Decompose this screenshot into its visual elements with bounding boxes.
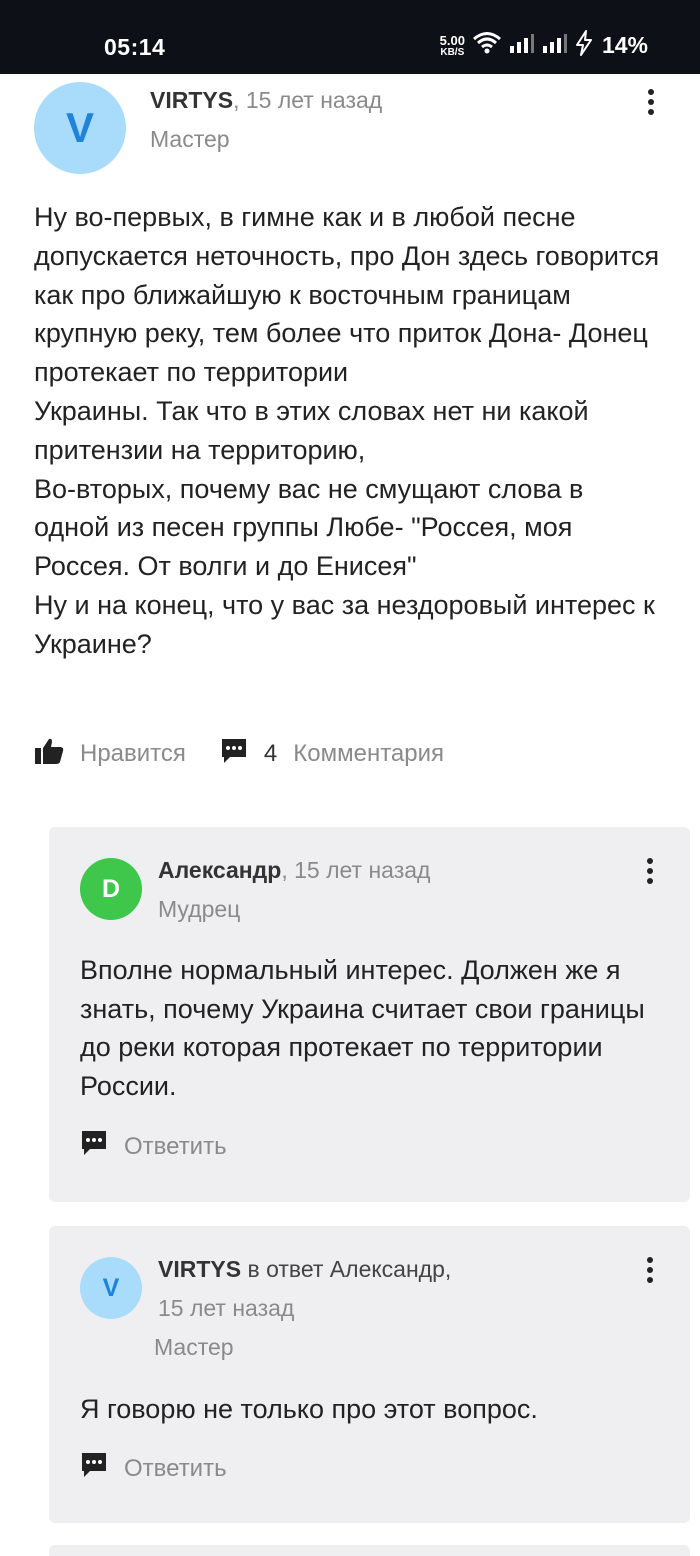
reply-label: Ответить (124, 1132, 227, 1160)
battery-charging-icon (575, 30, 593, 61)
more-options-icon[interactable] (639, 86, 663, 118)
comment-icon (80, 1129, 108, 1164)
comments-count[interactable]: 4 (264, 740, 277, 768)
battery-percent: 14% (601, 32, 648, 58)
reply-button[interactable]: Ответить (80, 1129, 227, 1164)
avatar[interactable]: V (34, 82, 126, 174)
avatar-letter: V (65, 104, 94, 151)
more-options-icon[interactable] (638, 855, 662, 887)
reply-text: Вполне нормальный интерес. Должен же я з… (80, 955, 645, 1101)
status-icons: 5.00 KB/S 14% (440, 30, 648, 61)
reply-author-name[interactable]: VIRTYS (158, 1256, 241, 1282)
post-body: Ну во-первых, в гимне как и в любой песн… (34, 202, 660, 659)
post-author-line: VIRTYS, 15 лет назад (150, 87, 382, 114)
network-speed-value: 5.00 (439, 32, 465, 48)
reply-label: Ответить (124, 1454, 227, 1482)
like-button[interactable]: Нравится (34, 737, 186, 772)
post-author-rank: Мастер (150, 126, 230, 152)
avatar-letter: V (102, 1273, 120, 1302)
post-time: , 15 лет назад (233, 87, 383, 113)
avatar[interactable]: D (80, 858, 142, 920)
avatar-letter: D (101, 874, 121, 903)
reply-card: D Александр, 15 лет назад Мудрец Вполне … (49, 827, 690, 1202)
reply-author-rank: Мастер (154, 1334, 234, 1360)
reply-time: , 15 лет назад (281, 857, 431, 883)
post-actions: Нравится 4 Комментария (34, 736, 444, 772)
comments-label[interactable]: Комментария (293, 740, 444, 768)
status-bar: 05:14 5.00 KB/S 14% (0, 0, 700, 74)
reply-card: V VIRTYS в ответ Александр, 15 лет назад… (49, 1226, 690, 1523)
reply-author-name[interactable]: Александр (158, 857, 281, 883)
reply-author-line: Александр, 15 лет назад (158, 857, 430, 884)
comments-view: V VIRTYS, 15 лет назад Мастер Ну во-перв… (0, 74, 700, 1556)
like-label: Нравится (80, 740, 186, 767)
reply-button[interactable]: Ответить (80, 1451, 227, 1486)
reply-time: 15 лет назад (158, 1295, 295, 1321)
reply-author-line: VIRTYS в ответ Александр, (158, 1256, 451, 1283)
avatar[interactable]: V (80, 1257, 142, 1319)
signal-icon-1 (509, 32, 535, 59)
wifi-icon (472, 31, 502, 60)
comment-icon[interactable] (220, 737, 248, 772)
network-speed-unit: KB/S (440, 46, 465, 58)
comment-icon (80, 1451, 108, 1486)
reply-text: Я говорю не только про этот вопрос. (80, 1394, 538, 1424)
post-author-name[interactable]: VIRTYS (150, 87, 233, 113)
reply-to-text: в ответ Александр, (241, 1256, 452, 1282)
thumbs-up-icon (34, 737, 64, 772)
reply-card-partial (49, 1545, 690, 1556)
signal-icon-2 (542, 32, 568, 59)
status-time: 05:14 (104, 34, 166, 60)
reply-author-rank: Мудрец (158, 896, 241, 922)
more-options-icon[interactable] (638, 1254, 662, 1286)
network-speed: 5.00 KB/S (440, 34, 465, 58)
